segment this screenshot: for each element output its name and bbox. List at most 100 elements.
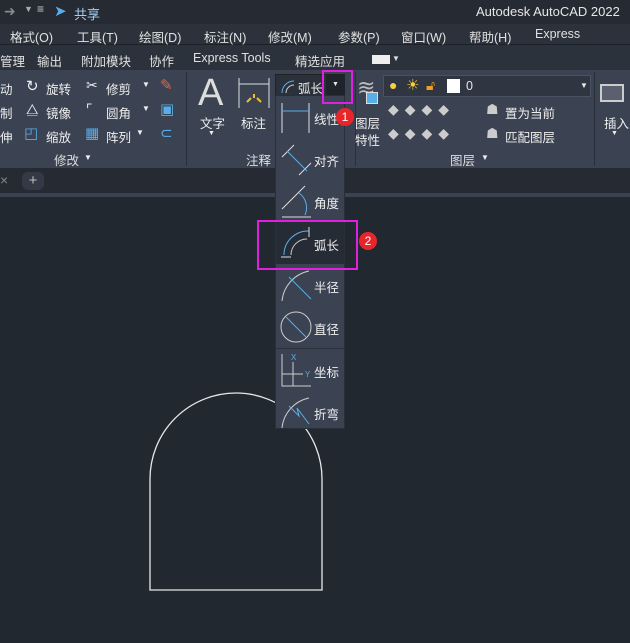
- chevron-down-icon[interactable]: ▼: [84, 153, 92, 162]
- menu-help[interactable]: 帮助(H): [469, 27, 511, 46]
- mirror-icon: ⧋: [26, 101, 39, 117]
- set-current-button[interactable]: 置为当前: [505, 103, 555, 122]
- offset-icon[interactable]: ⊂: [160, 124, 173, 142]
- array-button[interactable]: 阵列: [106, 127, 131, 146]
- dimension-icon[interactable]: [237, 76, 271, 110]
- dimension-button[interactable]: 标注: [241, 113, 266, 132]
- rotate-button[interactable]: 旋转: [46, 79, 71, 98]
- menu-item-label: 折弯: [314, 408, 340, 422]
- unlock-icon: 🔓︎: [426, 77, 436, 93]
- chevron-down-icon[interactable]: ▼: [142, 104, 150, 113]
- menu-item-radius[interactable]: 半径: [276, 264, 344, 306]
- ribbon-tabs: 管理 输出 附加模块 协作 Express Tools 精选应用 ▼: [0, 45, 630, 70]
- stretch-button[interactable]: 伸: [0, 127, 13, 146]
- menu-item-aligned[interactable]: 对齐: [276, 138, 344, 180]
- angular-dim-icon: [281, 185, 311, 218]
- tab-manage[interactable]: 管理: [0, 51, 25, 70]
- explode-icon[interactable]: ▣: [160, 100, 174, 118]
- step-badge-1: 1: [336, 108, 354, 126]
- menu-bar: 格式(O) 工具(T) 绘图(D) 标注(N) 修改(M) 参数(P) 窗口(W…: [0, 24, 630, 45]
- annotation-panel-label[interactable]: 注释: [246, 150, 271, 169]
- trim-icon: ✂: [86, 77, 98, 93]
- svg-text:X: X: [291, 353, 297, 362]
- chevron-down-icon[interactable]: ▼: [392, 54, 400, 63]
- menu-item-label: 直径: [314, 323, 340, 337]
- chevron-down-icon[interactable]: ▼: [24, 4, 33, 14]
- layer-color-swatch: [447, 79, 460, 93]
- menu-item-jogged[interactable]: 折弯: [276, 391, 344, 433]
- highlight-box-dropdown: [322, 70, 353, 104]
- menu-format[interactable]: 格式(O): [10, 27, 53, 46]
- text-icon[interactable]: A: [198, 72, 223, 115]
- menu-parametric[interactable]: 参数(P): [338, 27, 380, 46]
- highlight-box-arc-length: [257, 220, 358, 270]
- layer-tools-row1-icons[interactable]: ◆◆◆◆: [388, 101, 455, 118]
- bulb-icon: ●: [389, 77, 398, 93]
- menu-item-label: 半径: [314, 281, 340, 295]
- copy-button[interactable]: 制: [0, 103, 13, 122]
- redo-icon[interactable]: ➜: [4, 3, 16, 20]
- arc-length-icon: [281, 80, 295, 94]
- chevron-down-icon[interactable]: ▼: [481, 153, 489, 162]
- menu-item-diameter[interactable]: 直径: [276, 306, 344, 348]
- set-current-icon: ☗: [486, 101, 499, 117]
- share-button[interactable]: 共享: [74, 4, 100, 23]
- match-layer-button[interactable]: 匹配图层: [505, 127, 555, 146]
- title-bar: ➜ ▼ ≡ ➤ 共享 Autodesk AutoCAD 2022: [0, 0, 630, 24]
- radius-dim-icon: [281, 270, 312, 302]
- mirror-button[interactable]: 镜像: [46, 103, 71, 122]
- menu-express[interactable]: Express: [535, 27, 580, 41]
- erase-icon[interactable]: ✎: [160, 76, 173, 94]
- tab-addins[interactable]: 附加模块: [81, 51, 131, 70]
- share-icon[interactable]: ➤: [54, 2, 67, 20]
- tab-collaborate[interactable]: 协作: [149, 51, 174, 70]
- tab-output[interactable]: 输出: [37, 51, 62, 70]
- close-tab-icon[interactable]: ×: [0, 172, 8, 188]
- menu-item-label: 坐标: [314, 366, 340, 380]
- chevron-down-icon: ▼: [611, 130, 618, 137]
- trim-button[interactable]: 修剪: [106, 79, 131, 98]
- layer-dropdown[interactable]: ● ☀ 🔓︎ 0 ▼: [383, 75, 591, 97]
- ordinate-dim-icon: XY: [281, 353, 311, 387]
- chevron-down-icon: ▼: [580, 81, 588, 90]
- scale-button[interactable]: 缩放: [46, 127, 71, 146]
- menu-draw[interactable]: 绘图(D): [139, 27, 181, 46]
- diameter-dim-icon: [280, 311, 312, 343]
- menu-item-angular[interactable]: 角度: [276, 180, 344, 222]
- svg-text:Y: Y: [305, 370, 311, 379]
- menu-modify[interactable]: 修改(M): [268, 27, 312, 46]
- menu-item-label: 对齐: [314, 155, 340, 169]
- match-layer-icon: ☗: [486, 125, 499, 141]
- layer-properties-label-2[interactable]: 特性: [355, 130, 380, 149]
- menu-dimension[interactable]: 标注(N): [204, 27, 246, 46]
- app-title: Autodesk AutoCAD 2022: [476, 4, 620, 19]
- rotate-icon: ↻: [26, 78, 39, 95]
- layer-monitor-icon: [366, 92, 378, 104]
- insert-block-icon[interactable]: [600, 84, 624, 102]
- chevron-down-icon: ▼: [208, 130, 215, 137]
- tab-express-tools[interactable]: Express Tools: [193, 51, 271, 65]
- menu-item-label: 角度: [314, 197, 340, 211]
- new-tab-button[interactable]: +: [22, 172, 44, 190]
- chevron-down-icon[interactable]: ▼: [142, 80, 150, 89]
- fillet-button[interactable]: 圆角: [106, 103, 131, 122]
- move-button[interactable]: 动: [0, 79, 13, 98]
- menu-item-ordinate[interactable]: X Y 坐标: [276, 349, 344, 391]
- quick-access-menu-icon[interactable]: ≡: [37, 2, 44, 16]
- menu-window[interactable]: 窗口(W): [401, 27, 446, 46]
- linear-dim-icon: [281, 103, 310, 133]
- fillet-icon: ⌜: [86, 101, 93, 117]
- layers-panel-label[interactable]: 图层: [450, 150, 475, 169]
- ribbon-minimize-icon[interactable]: [372, 55, 390, 64]
- layer-tools-row2-icons[interactable]: ◆◆◆◆: [388, 125, 455, 142]
- sun-icon: ☀: [406, 77, 420, 94]
- current-layer-name: 0: [466, 79, 473, 93]
- jogged-dim-icon: [281, 397, 310, 429]
- menu-tools[interactable]: 工具(T): [77, 27, 118, 46]
- tab-featured-apps[interactable]: 精选应用: [295, 51, 345, 70]
- chevron-down-icon[interactable]: ▼: [136, 128, 144, 137]
- step-badge-2: 2: [359, 232, 377, 250]
- scale-icon: ◰: [24, 125, 39, 142]
- modify-panel-label[interactable]: 修改: [54, 150, 79, 169]
- aligned-dim-icon: [281, 144, 312, 176]
